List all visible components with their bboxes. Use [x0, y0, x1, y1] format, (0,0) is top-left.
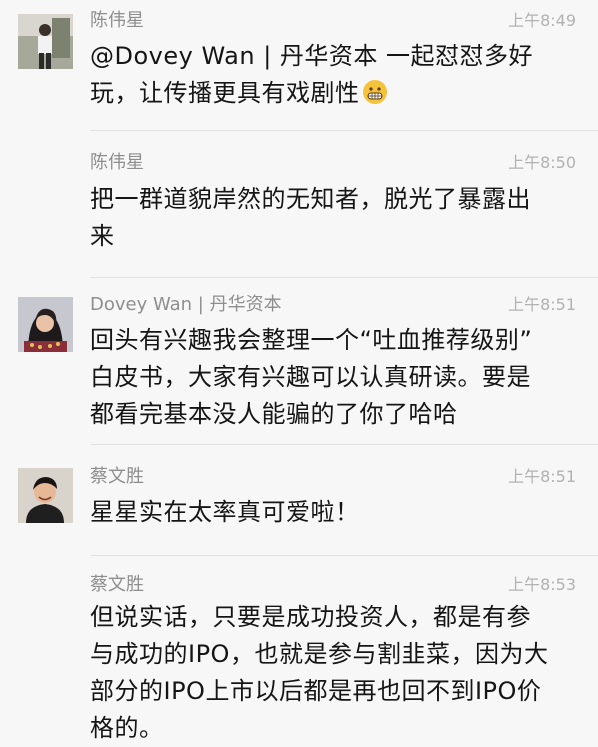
message-divider [90, 555, 598, 556]
message-line: 部分的IPO上市以后都是再也回不到IPO价 [90, 677, 542, 705]
message-line: 都看完基本没人能骗的了你了哈哈 [90, 400, 458, 428]
message-text[interactable]: 把一群道貌岸然的无知者，脱光了暴露出 来 [90, 181, 578, 255]
message-line: 但说实话，只要是成功投资人，都是有参 [90, 603, 531, 631]
message-line: 把一群道貌岸然的无知者，脱光了暴露出 [90, 185, 531, 213]
sender-name: 陈伟星 [90, 10, 144, 31]
message-line: 格的。 [90, 714, 164, 742]
avatar[interactable] [18, 297, 73, 352]
message-line: 回头有兴趣我会整理一个“吐血推荐级别” [90, 326, 533, 354]
message-line: @Dovey Wan | 丹华资本 一起怼怼多好 [90, 42, 534, 70]
message-text[interactable]: 但说实话，只要是成功投资人，都是有参 与成功的IPO，也就是参与割韭菜，因为大 … [90, 599, 578, 747]
sender-name: Dovey Wan | 丹华资本 [90, 294, 282, 315]
message-line: 与成功的IPO，也就是参与割韭菜，因为大 [90, 640, 549, 668]
sender-name: 蔡文胜 [90, 574, 144, 595]
message-time: 上午8:51 [508, 295, 576, 314]
message-divider [90, 277, 598, 278]
message-text[interactable]: @Dovey Wan | 丹华资本 一起怼怼多好 玩，让传播更具有戏剧性 [90, 38, 578, 112]
message-text[interactable]: 星星实在太率真可爱啦！ [90, 494, 578, 531]
message-line-text: 玩，让传播更具有戏剧性 [90, 79, 360, 107]
message-time: 上午8:51 [508, 467, 576, 486]
message-line: 星星实在太率真可爱啦！ [90, 498, 360, 526]
chat-message-list: 陈伟星 上午8:49 @Dovey Wan | 丹华资本 一起怼怼多好 玩，让传… [0, 0, 598, 745]
message-line: 来 [90, 222, 115, 250]
avatar[interactable] [18, 468, 73, 523]
message-line-with-emoji: 玩，让传播更具有戏剧性 [90, 75, 578, 112]
sender-name: 陈伟星 [90, 152, 144, 173]
message-divider [90, 444, 598, 445]
sender-name: 蔡文胜 [90, 466, 144, 487]
avatar[interactable] [18, 14, 73, 69]
message-divider [90, 130, 598, 131]
message-time: 上午8:49 [508, 11, 576, 30]
message-line: 白皮书，大家有兴趣可以认真研读。要是 [90, 363, 531, 391]
message-text[interactable]: 回头有兴趣我会整理一个“吐血推荐级别” 白皮书，大家有兴趣可以认真研读。要是 都… [90, 322, 578, 433]
message-time: 上午8:53 [508, 575, 576, 594]
message-time: 上午8:50 [508, 153, 576, 172]
grimacing-face-emoji [362, 80, 387, 104]
